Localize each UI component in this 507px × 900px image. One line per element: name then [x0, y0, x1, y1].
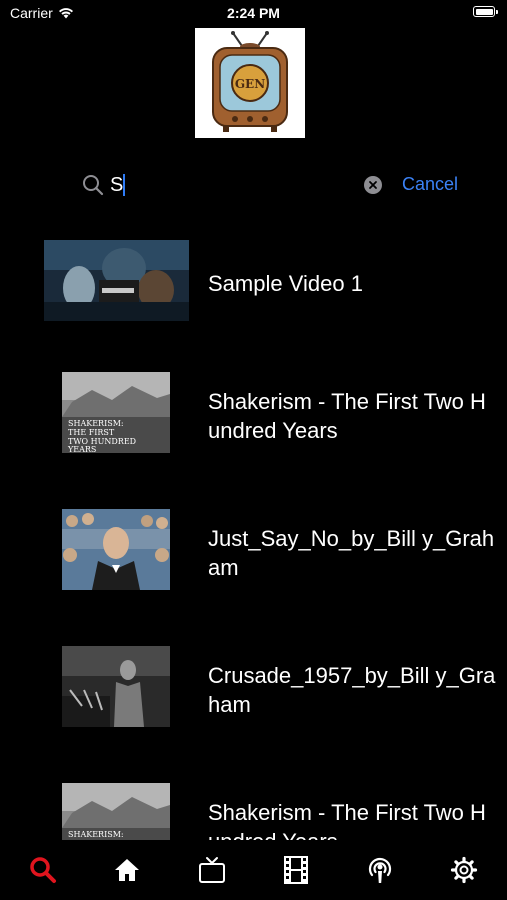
video-thumbnail [62, 646, 170, 727]
video-thumbnail: SHAKERISM: THE FIRST TWO HUNDRED YEARS [62, 372, 170, 453]
gear-icon [450, 856, 478, 884]
svg-text:SHAKERISM:: SHAKERISM: [68, 830, 124, 839]
list-item[interactable]: Just_Say_No_by_Bill y_Graham [0, 504, 507, 614]
battery-icon [473, 6, 498, 17]
search-bar: Cancel [0, 165, 507, 205]
search-input[interactable] [110, 171, 350, 199]
home-icon [115, 859, 139, 881]
svg-text:YEARS: YEARS [67, 445, 96, 453]
video-title: Just_Say_No_by_Bill y_Graham [208, 526, 495, 580]
svg-text:SHAKERISM:: SHAKERISM: [68, 419, 124, 428]
status-time: 2:24 PM [227, 5, 280, 21]
video-title: Crusade_1957_by_Bill y_Graham [208, 663, 496, 717]
results-list: Sample Video 1 SHAKERISM: THE FIRST TWO … [0, 230, 507, 840]
text-cursor [123, 174, 125, 196]
tv-icon [199, 857, 225, 883]
film-icon [284, 856, 308, 884]
tab-settings[interactable] [448, 854, 480, 886]
video-thumbnail [44, 240, 189, 321]
tab-tv[interactable] [196, 854, 228, 886]
video-thumbnail: SHAKERISM: THE FIRST [62, 783, 170, 840]
search-icon [83, 175, 104, 196]
search-icon [30, 857, 56, 883]
list-item[interactable]: Crusade_1957_by_Bill y_Graham [0, 641, 507, 751]
svg-text:GEN: GEN [235, 77, 265, 91]
video-thumbnail [62, 509, 170, 590]
tab-podcasts[interactable] [364, 854, 396, 886]
tab-bar [0, 840, 507, 900]
cancel-button[interactable]: Cancel [402, 174, 458, 195]
tab-search[interactable] [27, 854, 59, 886]
list-item[interactable]: SHAKERISM: THE FIRST Shakerism - The Fir… [0, 778, 507, 840]
list-item[interactable]: SHAKERISM: THE FIRST TWO HUNDRED YEARS S… [0, 367, 507, 477]
video-title: Shakerism - The First Two Hundred Years [208, 800, 486, 840]
podcast-icon [368, 857, 392, 883]
video-title: Shakerism - The First Two Hundred Years [208, 389, 486, 443]
video-title: Sample Video 1 [208, 271, 363, 296]
list-item[interactable]: Sample Video 1 [0, 230, 507, 340]
clear-search-icon[interactable] [364, 176, 382, 194]
tab-home[interactable] [111, 854, 143, 886]
svg-text:THE FIRST: THE FIRST [68, 428, 115, 437]
app-logo: GEN [195, 28, 305, 138]
tab-movies[interactable] [280, 854, 312, 886]
status-bar: Carrier 2:24 PM [0, 0, 507, 28]
